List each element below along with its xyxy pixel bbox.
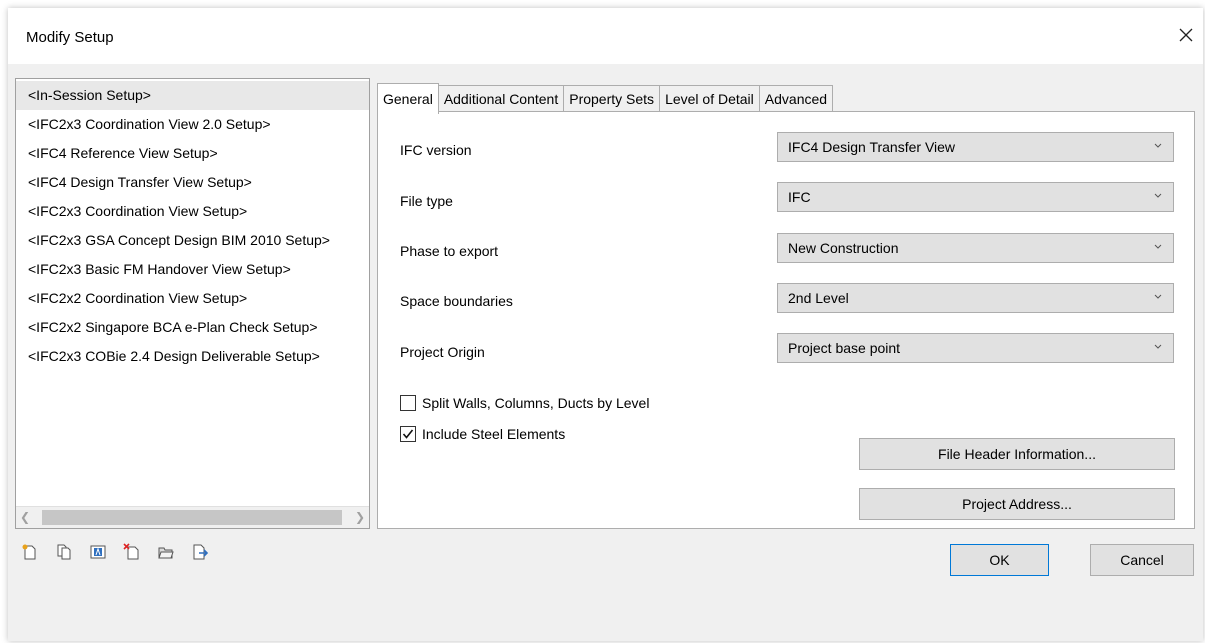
ifc-version-select[interactable]: IFC4 Design Transfer View — [777, 132, 1174, 162]
tab-additional-content[interactable]: Additional Content — [437, 85, 565, 112]
ok-button[interactable]: OK — [950, 544, 1049, 576]
tab-general[interactable]: General — [377, 83, 439, 114]
space-boundaries-value: 2nd Level — [788, 290, 849, 306]
setup-item[interactable]: <IFC2x2 Coordination View Setup> — [16, 284, 369, 313]
space-boundaries-label: Space boundaries — [400, 293, 513, 309]
scroll-left-icon[interactable]: ❮ — [20, 510, 30, 524]
setup-item[interactable]: <IFC2x3 Coordination View Setup> — [16, 197, 369, 226]
ifc-version-label: IFC version — [400, 142, 472, 158]
checkmark-icon — [402, 429, 414, 439]
phase-label: Phase to export — [400, 243, 499, 259]
chevron-down-icon — [1154, 294, 1162, 299]
setup-toolbar — [20, 542, 210, 562]
dialog-title: Modify Setup — [26, 29, 114, 46]
chevron-down-icon — [1154, 143, 1162, 148]
phase-select[interactable]: New Construction — [777, 233, 1174, 263]
export-setup-icon[interactable] — [190, 542, 210, 562]
split-walls-option[interactable]: Split Walls, Columns, Ducts by Level — [400, 395, 649, 411]
ifc-version-value: IFC4 Design Transfer View — [788, 139, 956, 155]
setup-item[interactable]: <IFC4 Reference View Setup> — [16, 139, 369, 168]
setup-list[interactable]: <In-Session Setup> <IFC2x3 Coordination … — [15, 78, 370, 529]
setup-item[interactable]: <IFC2x3 COBie 2.4 Design Deliverable Set… — [16, 342, 369, 371]
tab-level-of-detail[interactable]: Level of Detail — [659, 85, 760, 112]
tab-bar: General Additional Content Property Sets… — [377, 83, 834, 114]
chevron-down-icon — [1154, 193, 1162, 198]
chevron-down-icon — [1154, 344, 1162, 349]
title-bar: Modify Setup — [8, 8, 1203, 64]
general-panel: IFC version IFC4 Design Transfer View Fi… — [377, 111, 1195, 529]
horizontal-scrollbar[interactable]: ❮ ❯ — [16, 506, 369, 528]
split-walls-label: Split Walls, Columns, Ducts by Level — [422, 395, 650, 411]
tab-advanced[interactable]: Advanced — [758, 85, 834, 112]
setup-item[interactable]: <IFC2x3 GSA Concept Design BIM 2010 Setu… — [16, 226, 369, 255]
cancel-button[interactable]: Cancel — [1090, 544, 1194, 576]
setup-item[interactable]: <IFC2x2 Singapore BCA e-Plan Check Setup… — [16, 313, 369, 342]
setup-item[interactable]: <In-Session Setup> — [16, 81, 369, 110]
steel-elements-option[interactable]: Include Steel Elements — [400, 426, 565, 442]
file-type-label: File type — [400, 193, 453, 209]
close-icon[interactable] — [1169, 18, 1203, 52]
setup-item[interactable]: <IFC2x3 Basic FM Handover View Setup> — [16, 255, 369, 284]
file-type-value: IFC — [788, 189, 811, 205]
delete-setup-icon[interactable] — [122, 542, 142, 562]
project-address-button[interactable]: Project Address... — [859, 488, 1175, 520]
file-type-select[interactable]: IFC — [777, 182, 1174, 212]
project-origin-value: Project base point — [788, 340, 901, 356]
project-origin-label: Project Origin — [400, 344, 485, 360]
split-walls-checkbox[interactable] — [400, 395, 416, 411]
tab-property-sets[interactable]: Property Sets — [563, 85, 661, 112]
file-header-information-button[interactable]: File Header Information... — [859, 438, 1175, 470]
duplicate-setup-icon[interactable] — [54, 542, 74, 562]
new-setup-icon[interactable] — [20, 542, 40, 562]
steel-elements-label: Include Steel Elements — [422, 426, 566, 442]
scroll-right-icon[interactable]: ❯ — [355, 510, 365, 524]
project-origin-select[interactable]: Project base point — [777, 333, 1174, 363]
setup-item[interactable]: <IFC2x3 Coordination View 2.0 Setup> — [16, 110, 369, 139]
chevron-down-icon — [1154, 244, 1162, 249]
steel-elements-checkbox[interactable] — [400, 426, 416, 442]
import-setup-icon[interactable] — [156, 542, 176, 562]
phase-value: New Construction — [788, 240, 899, 256]
rename-setup-icon[interactable] — [88, 542, 108, 562]
modify-setup-dialog: Modify Setup <In-Session Setup> <IFC2x3 … — [8, 8, 1203, 641]
setup-item[interactable]: <IFC4 Design Transfer View Setup> — [16, 168, 369, 197]
space-boundaries-select[interactable]: 2nd Level — [777, 283, 1174, 313]
scrollbar-thumb[interactable] — [42, 510, 342, 525]
